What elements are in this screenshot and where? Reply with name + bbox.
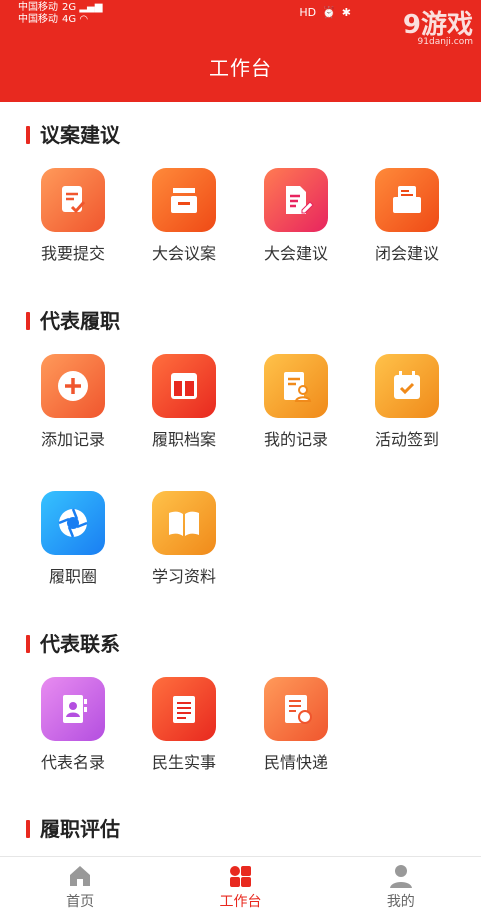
item-label: 大会议案 [151,244,216,263]
mail-card-icon [375,168,439,232]
status-bar: 中国移动 2G ▂▄▆ 中国移动 4G ◠ [18,2,102,26]
item-label: 履职档案 [151,430,216,449]
section-title-contacts: 代表联系 [26,631,120,657]
item-label: 民生实事 [151,753,216,772]
item-study-material[interactable]: 学习资料 [134,491,234,587]
hd-icon: HD [299,6,317,19]
item-duty-archive[interactable]: 履职档案 [134,354,234,450]
item-checkin[interactable]: 活动签到 [357,354,457,450]
inbox-icon [152,168,216,232]
item-label: 代表名录 [40,753,105,772]
item-label: 闭会建议 [374,244,439,263]
book-icon [152,491,216,555]
item-label: 大会建议 [263,244,328,263]
tab-label: 首页 [66,894,95,910]
notebook-min-icon [264,677,328,741]
item-label: 履职圈 [48,567,97,586]
item-directory[interactable]: 代表名录 [23,677,123,773]
person-doc-icon [264,354,328,418]
aperture-icon [41,491,105,555]
item-label: 添加记录 [40,430,105,449]
tab-workbench[interactable]: 工作台 [160,857,320,915]
section-title-duties: 代表履职 [26,308,120,334]
watermark-text: 9游戏 [402,10,473,40]
status-icons: HD ⏰ ✱ [299,6,351,19]
item-submit[interactable]: 我要提交 [23,168,123,264]
contacts-book-icon [41,677,105,741]
grid-icon [230,866,252,887]
tab-label: 工作台 [219,894,262,910]
item-add-record[interactable]: 添加记录 [23,354,123,450]
user-icon [389,865,412,888]
page-title: 工作台 [209,56,272,80]
carrier-1: 中国移动 [18,2,58,13]
calendar-check-icon [375,354,439,418]
watermark-logo: 9游戏 91danji.com [403,4,473,47]
carrier-2: 中国移动 [18,14,58,25]
item-recess-suggestion[interactable]: 闭会建议 [357,168,457,264]
tab-home[interactable]: 首页 [0,857,160,915]
network-1: 2G [62,2,77,13]
item-my-records[interactable]: 我的记录 [246,354,346,450]
home-icon [70,866,91,886]
section-title-evaluation: 履职评估 [26,816,120,842]
tab-label: 我的 [386,894,415,910]
bluetooth-icon: ✱ [341,6,351,19]
layout-icon [152,354,216,418]
item-livelihood[interactable]: 民生实事 [134,677,234,773]
item-congress-motion[interactable]: 大会议案 [134,168,234,264]
app-header: 中国移动 2G ▂▄▆ 中国移动 4G ◠ HD ⏰ ✱ 9游戏 91danji.c… [0,0,481,102]
item-congress-suggestion[interactable]: 大会建议 [246,168,346,264]
wifi-icon: ◠ [79,14,89,25]
item-label: 民情快递 [263,753,328,772]
signal-icon: ▂▄▆ [79,2,103,13]
alarm-icon: ⏰ [322,6,336,19]
item-public-express[interactable]: 民情快递 [246,677,346,773]
edit-doc-icon [264,168,328,232]
item-label: 我要提交 [40,244,105,263]
item-duty-circle[interactable]: 履职圈 [23,491,123,587]
bottom-tab-bar: 首页 工作台 我的 [0,856,481,915]
list-doc-icon [152,677,216,741]
item-label: 我的记录 [263,430,328,449]
item-label: 活动签到 [374,430,439,449]
tab-mine[interactable]: 我的 [321,857,481,915]
item-label: 学习资料 [151,567,216,586]
submit-doc-icon [41,168,105,232]
network-2: 4G [62,14,77,25]
section-title-proposals: 议案建议 [26,122,120,148]
plus-circle-icon [41,354,105,418]
